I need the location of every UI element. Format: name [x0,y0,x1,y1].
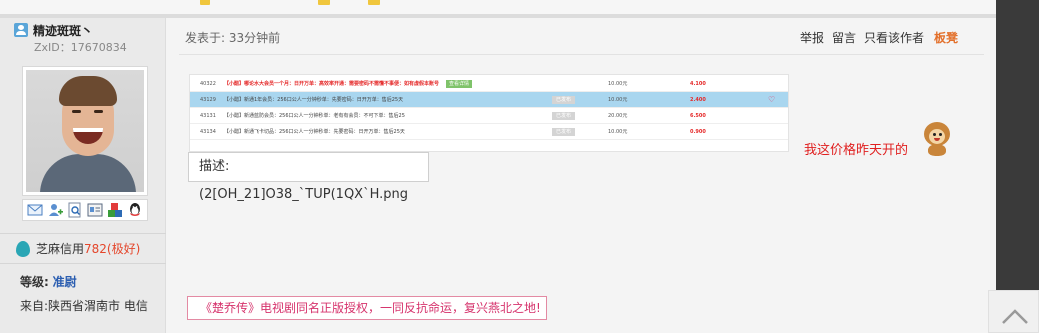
screenshot-row: 40322 【小醋】哪论水大会员一个月：日开万单：高效率开通：需要密码不需懂不事… [190,76,788,92]
credit-row: 芝麻信用 782(极好) [16,240,140,257]
top-toolbar-remnant [0,0,996,14]
message-link[interactable]: 留言 [832,29,856,46]
post-time: 发表于: 33分钟前 [185,31,281,45]
profile-card-icon[interactable] [87,202,103,218]
divider [179,54,984,55]
screenshot-row: 43129 【小醋】新通1年会员：256口公人一分钟秒单：先要密码：日开万单：售… [190,92,788,108]
user-info-column: 精迹斑斑丶 ZxID：17670834 芝麻信用 782(极好) 等级: 准尉 … [0,18,166,333]
image-caption: 描述:(2[OH_21]O38_`TUP(1QX`H.png [188,152,429,202]
add-friend-icon[interactable] [47,202,63,218]
sesame-credit-icon [16,240,30,257]
avatar[interactable] [26,70,144,192]
toolbar-fragment [318,0,330,5]
promo-banner-link[interactable]: 《楚乔传》电视剧同名正版授权，一同反抗命运，复兴燕北之地! [187,296,547,320]
post-actions: 举报 留言 只看该作者 板凳 [800,29,958,46]
username-row: 精迹斑斑丶 [14,22,93,38]
user-location: 来自:陕西省渭南市 电信 [20,299,148,313]
right-sidebar [996,0,1039,333]
toolbar-fragment [368,0,380,5]
only-author-link[interactable]: 只看该作者 [864,29,924,46]
reply-text: 我这价格昨天开的 [804,143,909,158]
divider [0,233,166,234]
mail-icon[interactable] [27,202,43,218]
username[interactable]: 精迹斑斑丶 [33,22,93,39]
screenshot-row: 43134 【小醋】新通飞卡切品：256口公人一分钟秒单：先要密码：日开万单：售… [190,124,788,140]
toolbar-fragment [200,0,210,5]
level-row: 等级: 准尉 [20,273,77,290]
user-id: ZxID：17670834 [34,41,127,54]
divider [0,263,166,264]
user-badge-icon [14,23,28,37]
credit-score: 782(极好) [84,242,141,256]
floor-label: 板凳 [933,31,958,45]
blocks-icon[interactable] [107,202,123,218]
level-label: 等级: [20,275,49,289]
attached-screenshot[interactable]: 40322 【小醋】哪论水大会员一个月：日开万单：高效率开通：需要密码不需懂不事… [189,74,789,152]
screenshot-row: 43131 【小醋】新通蓝防会员：256口公人一分钟秒单：老有有会员：不可下单：… [190,108,788,124]
report-link[interactable]: 举报 [800,29,824,46]
chevron-up-icon[interactable] [1000,305,1030,329]
search-icon[interactable] [67,202,83,218]
heart-icon: ♡ [768,95,776,104]
monkey-emoji-icon [922,122,952,156]
credit-label: 芝麻信用 [36,242,85,256]
user-action-icons [22,199,148,221]
post-content: 发表于: 33分钟前 举报 留言 只看该作者 板凳 40322 【小醋】哪论水大… [167,18,996,333]
level-value[interactable]: 准尉 [53,275,77,289]
avatar-frame[interactable] [22,66,148,196]
qq-icon[interactable] [127,202,143,218]
